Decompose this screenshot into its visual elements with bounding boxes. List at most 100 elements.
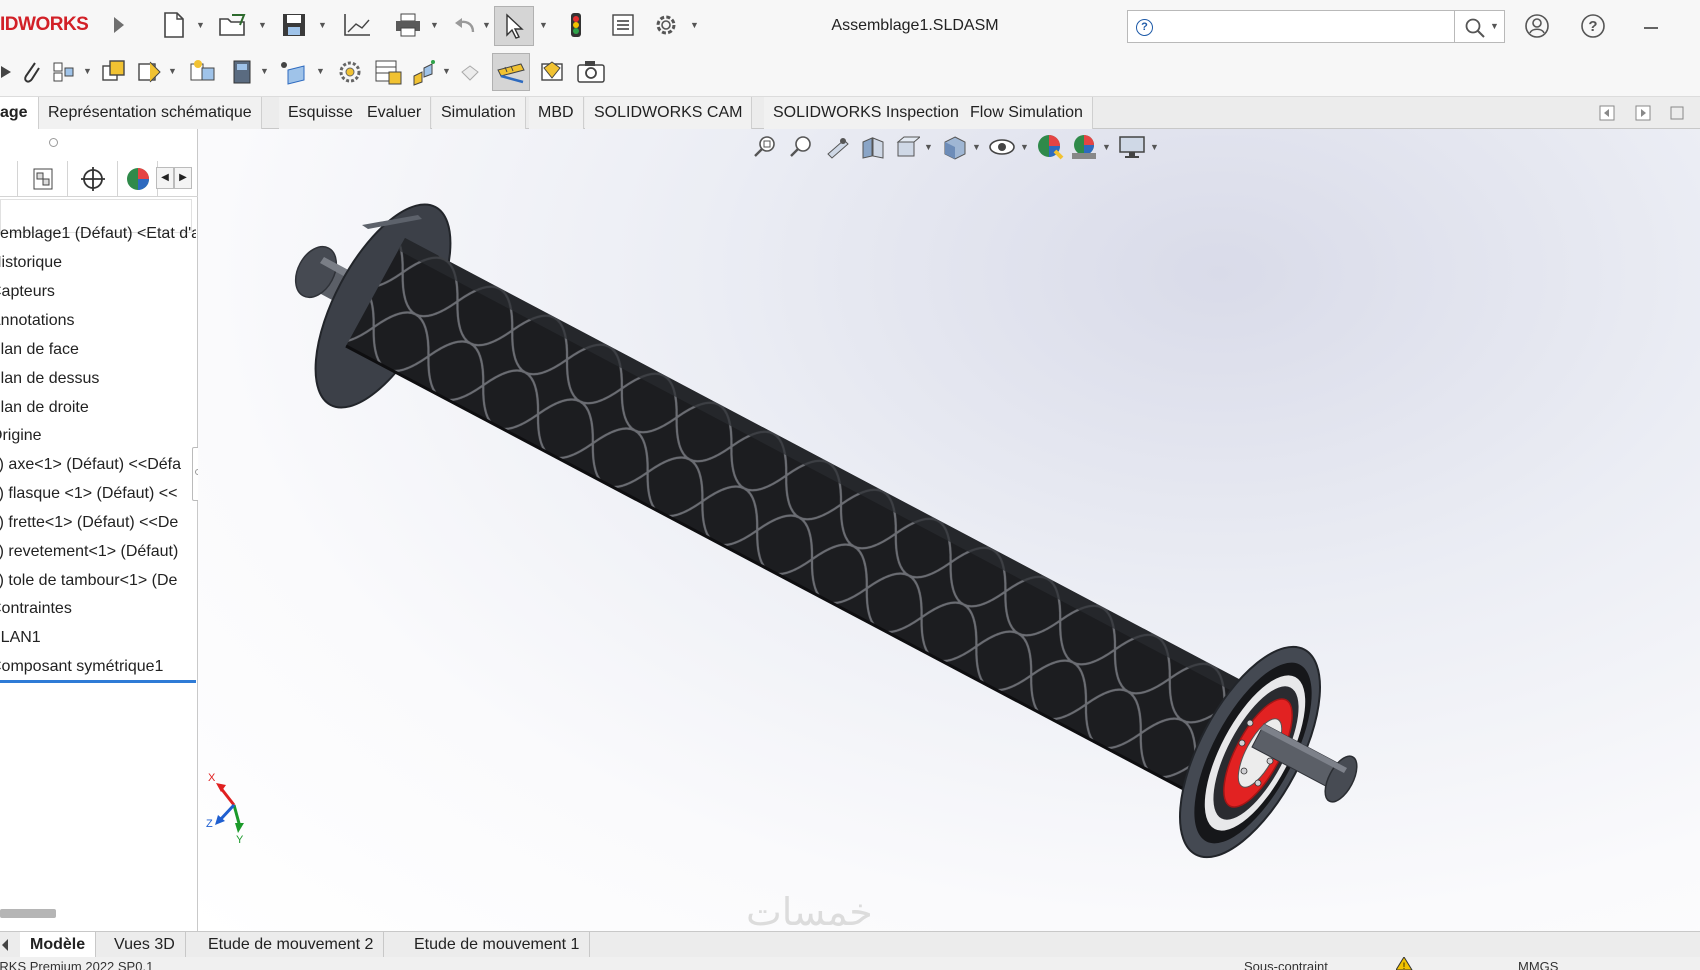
drum-body[interactable]: [198, 129, 1700, 931]
reference-dropdown-icon[interactable]: ▼: [316, 66, 325, 76]
tree-item-plan1[interactable]: PLAN1: [0, 623, 186, 652]
collapse-left-panel-icon[interactable]: [1598, 104, 1616, 122]
help-icon[interactable]: ?: [1578, 11, 1608, 41]
new-motion-study-icon[interactable]: [334, 56, 366, 88]
search-dropdown-icon[interactable]: ▼: [1490, 21, 1499, 31]
insert-components-icon[interactable]: [0, 56, 14, 88]
take-snapshot-icon[interactable]: [536, 56, 568, 88]
tab-solidworks-cam[interactable]: SOLIDWORKS CAM: [585, 97, 753, 129]
update-speedpak-icon[interactable]: [492, 53, 530, 91]
tab-assemblage[interactable]: age: [0, 97, 39, 129]
panel-horizontal-scrollbar[interactable]: [0, 909, 56, 918]
options-dropdown-icon[interactable]: ▼: [690, 20, 699, 30]
smart-fasteners-icon[interactable]: [134, 56, 166, 88]
tab-mbd[interactable]: MBD: [529, 97, 584, 129]
exploded-view-icon[interactable]: [408, 56, 440, 88]
tab-simulation[interactable]: Simulation: [432, 97, 526, 129]
tree-item-frette[interactable]: (-) frette<1> (Défaut) <<De: [0, 508, 184, 537]
camera-snapshot-icon[interactable]: [574, 56, 608, 88]
search-help-icon[interactable]: ?: [1136, 19, 1153, 36]
tab-feature-tree[interactable]: [0, 161, 18, 197]
tree-item-composant-symetrique[interactable]: Composant symétrique1: [0, 652, 186, 681]
tab-solidworks-inspection[interactable]: SOLIDWORKS Inspection: [764, 97, 969, 129]
feature-manager-panel: ◀ ▶ emblage1 (Défaut) <Etat d'a Historiq…: [0, 129, 204, 931]
options-gear-icon[interactable]: [650, 10, 682, 40]
preview-dropdown-icon[interactable]: ▼: [83, 66, 92, 76]
search-input[interactable]: ?: [1127, 10, 1455, 43]
tree-item-assembly-root[interactable]: emblage1 (Défaut) <Etat d'a: [0, 219, 196, 248]
undo-icon[interactable]: [450, 10, 480, 40]
tree-item-origin[interactable]: Origine: [0, 421, 186, 450]
tree-item-revetement[interactable]: (-) revetement<1> (Défaut): [0, 537, 184, 566]
mate-paperclip-icon[interactable]: [16, 56, 46, 88]
panel-grip-dot[interactable]: [49, 138, 58, 147]
tree-item-right-plane[interactable]: Plan de droite: [0, 393, 186, 422]
tree-item-front-plane[interactable]: Plan de face: [0, 335, 186, 364]
tree-rollback-bar[interactable]: [0, 680, 196, 683]
status-product-version: SOLIDWORKS Premium 2022 SP0.1: [0, 959, 154, 970]
bill-of-materials-icon[interactable]: [372, 56, 406, 88]
tree-item-top-plane[interactable]: Plan de dessus: [0, 364, 186, 393]
triad-x-label: X: [208, 772, 216, 784]
expand-menu-arrow-icon[interactable]: [110, 12, 128, 38]
file-properties-icon[interactable]: [608, 10, 638, 40]
conveyor-drum-model[interactable]: [198, 129, 1700, 931]
tab-evaluer[interactable]: Evaluer: [358, 97, 432, 129]
instant3d-icon[interactable]: [454, 56, 486, 88]
pin-icon[interactable]: [1668, 104, 1686, 122]
tab-configuration-manager[interactable]: [68, 161, 118, 197]
rebuild-traffic-light-icon[interactable]: [566, 10, 586, 40]
graphics-area[interactable]: ▼ ▼ ▼ ▼ ▼ X Y Z: [198, 129, 1700, 931]
tab-scroll-left-icon[interactable]: ◀: [156, 167, 174, 189]
features-dropdown-icon[interactable]: ▼: [260, 66, 269, 76]
tree-item-sensors[interactable]: Capteurs: [0, 277, 186, 306]
tree-item-tole-de-tambour[interactable]: (-) tole de tambour<1> (De: [0, 566, 184, 595]
tab-display-manager[interactable]: [118, 161, 158, 197]
undo-dropdown-icon[interactable]: ▼: [482, 20, 491, 30]
tree-item-flasque[interactable]: (-) flasque <1> (Défaut) <<: [0, 479, 184, 508]
user-account-icon[interactable]: [1522, 11, 1552, 41]
open-dropdown-icon[interactable]: ▼: [258, 20, 267, 30]
minimize-window-icon[interactable]: [1636, 12, 1666, 42]
save-dropdown-icon[interactable]: ▼: [318, 20, 327, 30]
tab-flow-simulation[interactable]: Flow Simulation: [961, 97, 1093, 129]
reference-triad: X Y Z: [206, 772, 244, 845]
new-dropdown-icon[interactable]: ▼: [196, 20, 205, 30]
print-icon[interactable]: [392, 10, 424, 40]
tab-etude-de-mouvement-1[interactable]: Etude de mouvement 1: [404, 932, 591, 958]
tab-property-manager[interactable]: [18, 161, 68, 197]
triad-y-label: Y: [236, 834, 244, 845]
select-pointer-icon[interactable]: [494, 6, 534, 46]
assembly-features-icon[interactable]: [226, 56, 258, 88]
new-document-icon[interactable]: [160, 10, 188, 40]
explode-dropdown-icon[interactable]: ▼: [442, 66, 451, 76]
expand-right-panel-icon[interactable]: [1634, 104, 1652, 122]
tree-item-annotations[interactable]: Annotations: [0, 306, 186, 335]
tab-esquisse[interactable]: Esquisse: [279, 97, 363, 129]
tab-etude-de-mouvement-2[interactable]: Etude de mouvement 2: [198, 932, 385, 958]
tree-item-history[interactable]: Historique: [0, 248, 186, 277]
tab-scroll-left-arrow-icon[interactable]: [0, 936, 10, 954]
tree-item-contraintes[interactable]: Contraintes: [0, 594, 186, 623]
fasteners-dropdown-icon[interactable]: ▼: [168, 66, 177, 76]
save-icon[interactable]: [278, 10, 310, 40]
open-folder-icon[interactable]: [216, 10, 250, 40]
appearance-globe-icon: [126, 168, 149, 190]
rebuild-warning-icon[interactable]: !: [1395, 957, 1424, 970]
component-preview-icon[interactable]: [50, 56, 80, 88]
linear-pattern-icon[interactable]: [98, 56, 130, 88]
status-units[interactable]: MMGS: [1518, 959, 1558, 970]
search-button[interactable]: ▼: [1455, 10, 1505, 43]
solidworks-logo[interactable]: DS IDWORKS: [0, 14, 89, 36]
tree-item-axe[interactable]: (-) axe<1> (Défaut) <<Défa: [0, 450, 184, 479]
status-bar: SOLIDWORKS Premium 2022 SP0.1 Sous-contr…: [0, 957, 1700, 970]
tab-representation-schematique[interactable]: Représentation schématique: [39, 97, 262, 129]
move-component-icon[interactable]: [186, 56, 218, 88]
tab-vues-3d[interactable]: Vues 3D: [104, 932, 186, 958]
tab-scroll-right-icon[interactable]: ▶: [174, 167, 192, 189]
reference-geometry-icon[interactable]: [276, 56, 312, 88]
drawing-from-part-icon[interactable]: [340, 10, 374, 40]
tab-modele[interactable]: Modèle: [20, 932, 97, 958]
select-dropdown-icon[interactable]: ▼: [539, 20, 548, 30]
print-dropdown-icon[interactable]: ▼: [430, 20, 439, 30]
